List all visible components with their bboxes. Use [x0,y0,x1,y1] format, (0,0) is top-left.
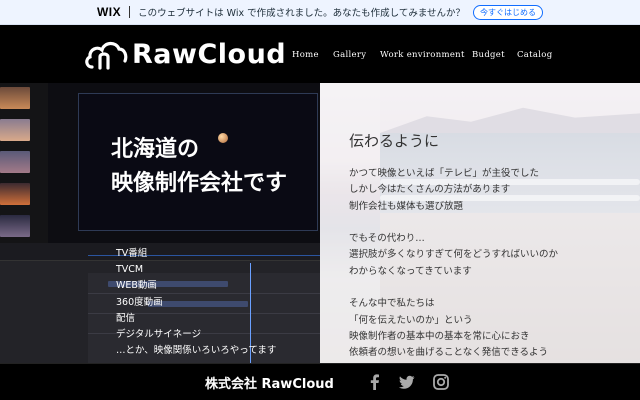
service-item: 360度動画 [116,296,163,308]
nav-home[interactable]: Home [292,50,319,60]
cloud-logo-icon [85,41,128,70]
hero-title-line-2: 映像制作会社です [111,171,288,196]
timeline-tools [72,271,82,361]
paragraph-line: 選択肢が多くなりすぎて何をどうすればいいのか [349,249,559,261]
section-heading: 伝わるように [349,132,440,150]
paragraph-line [349,215,558,231]
paragraph-line: わからなくなってきています [349,265,472,277]
paragraph-line: そんな中で私たちは [349,298,435,310]
editor-media-bin [0,83,48,253]
intro-paragraph: かつて映像といえば「テレビ」が主役でした しかし今はたくさんの方法があります 制… [349,166,558,362]
thumbnail [0,87,30,109]
thumbnail [0,151,30,173]
nav-catalog[interactable]: Catalog [517,50,552,60]
paragraph-line: かつて映像といえば「テレビ」が主役でした [349,168,540,179]
banner-divider [129,6,131,18]
service-item: …とか、映像関係いろいろやってます [116,345,277,357]
service-item: TVCM [116,264,144,276]
paragraph-line [349,280,558,296]
service-list: TV番組 TVCM WEB動画 360度動画 配信 デジタルサイネージ …とか、… [116,246,276,359]
hero-title: 北海道の 映像制作会社です [111,133,287,201]
service-item: デジタルサイネージ [116,329,202,341]
paragraph-line: 制作会社も媒体も選び放題 [349,200,464,212]
thumbnail [0,119,30,141]
wix-banner: WIX このウェブサイトは Wix で作成されました。あなたも作成してみませんか… [0,0,640,25]
hero-title-line-1: 北海道の [111,137,200,162]
thumbnail [0,215,30,237]
service-item: WEB動画 [116,280,157,292]
site-logo[interactable]: RawCloud [84,35,286,73]
service-item: 配信 [116,312,136,324]
brand-name: RawCloud [132,38,287,70]
paragraph-line: 依頼者の想いを曲げることなく発信できるよう [349,347,549,359]
wix-start-button[interactable]: 今すぐはじめる [473,4,544,20]
paragraph-line: しかし今はたくさんの方法があります [349,184,511,196]
wix-banner-message: このウェブサイトは Wix で作成されました。あなたも作成してみませんか？ [138,8,466,19]
wix-logo[interactable]: WIX [97,5,121,19]
twitter-icon[interactable] [398,373,416,391]
nav-budget[interactable]: Budget [472,50,505,60]
paragraph-line: でもその代わり… [349,233,425,245]
hero-section: 北海道の 映像制作会社です TV番組 TVCM WEB動画 360度動画 配信 … [0,83,640,363]
site-header: RawCloud Home Gallery Work environment B… [0,25,640,83]
facebook-icon[interactable] [366,373,384,391]
nav-work-environment[interactable]: Work environment [380,50,465,60]
service-item: TV番組 [116,248,148,259]
company-name: 株式会社 RawCloud [205,377,334,392]
nav-gallery[interactable]: Gallery [333,50,366,60]
paragraph-line: 映像制作者の基本中の基本を常に心におき [349,330,530,342]
thumbnail [0,183,30,205]
instagram-icon[interactable] [432,373,450,391]
paragraph-line: 「何を伝えたいのか」という [349,314,473,326]
site-footer: 株式会社 RawCloud [0,363,640,400]
